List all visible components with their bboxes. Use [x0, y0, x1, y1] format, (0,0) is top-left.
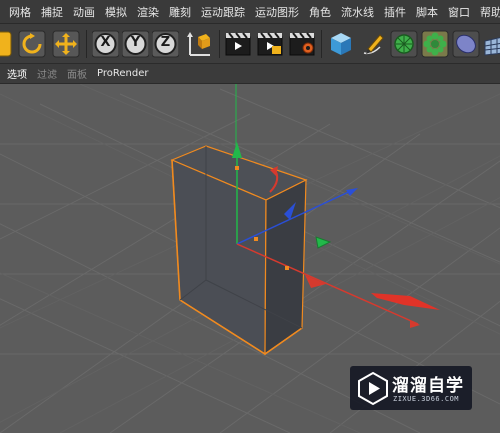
menu-bar: 网格 捕捉 动画 模拟 渲染 雕刻 运动跟踪 运动图形 角色 流水线 插件 脚本…	[0, 0, 500, 24]
menu-snap[interactable]: 捕捉	[36, 4, 68, 20]
render-to-picture-viewer-button[interactable]	[256, 29, 284, 59]
floor-grid-button[interactable]	[483, 29, 500, 59]
menu-script[interactable]: 脚本	[411, 4, 443, 20]
viewport-menu-prorender[interactable]: ProRender	[92, 68, 153, 79]
y-handle-point[interactable]	[235, 166, 239, 170]
toolbar-separator	[321, 30, 322, 58]
y-axis-label: Y	[130, 35, 141, 50]
move-tool-button[interactable]	[0, 29, 12, 59]
deformer-button[interactable]	[452, 29, 480, 59]
menu-simulate[interactable]: 模拟	[100, 4, 132, 20]
move-icon	[0, 31, 12, 57]
watermark-title: 溜溜自学	[392, 376, 464, 396]
scale-icon	[52, 30, 80, 58]
render-settings-button[interactable]	[288, 29, 316, 59]
cube-object-button[interactable]	[327, 29, 355, 59]
z-axis-lock-button[interactable]: Z	[151, 29, 180, 59]
play-icon	[358, 371, 388, 406]
watermark-url: ZIXUE.3D66.COM	[393, 395, 460, 403]
x-axis-label: X	[100, 35, 111, 50]
cloner-array-button[interactable]	[421, 29, 449, 59]
menu-plugins[interactable]: 插件	[379, 4, 411, 20]
scale-tool-button[interactable]	[52, 29, 80, 59]
render-view-icon	[225, 32, 251, 56]
viewport-menu-panel[interactable]: 面板	[62, 66, 92, 81]
pen-spline-button[interactable]	[358, 29, 386, 59]
floor-grid-icon	[484, 37, 500, 56]
menu-character[interactable]: 角色	[304, 4, 336, 20]
x-handle-point[interactable]	[285, 266, 289, 270]
menu-sculpt[interactable]: 雕刻	[164, 4, 196, 20]
toolbar: X Y Z	[0, 24, 500, 64]
viewport-menu-bar: 选项 过滤 面板 ProRender	[0, 64, 500, 84]
menu-render[interactable]: 渲染	[132, 4, 164, 20]
menu-window[interactable]: 窗口	[443, 4, 475, 20]
y-axis-lock-button[interactable]: Y	[121, 29, 150, 59]
subdivision-icon	[390, 30, 418, 58]
center-handle-point[interactable]	[254, 237, 258, 241]
viewport-menu-filter[interactable]: 过滤	[32, 66, 62, 81]
deformer-icon	[452, 30, 480, 58]
menu-mesh[interactable]: 网格	[4, 4, 36, 20]
menu-help[interactable]: 帮助	[475, 4, 500, 20]
toolbar-separator	[86, 30, 87, 58]
rotate-icon	[18, 30, 46, 58]
cube-icon	[331, 33, 351, 55]
coordinate-system-icon	[187, 32, 210, 56]
render-settings-icon	[289, 32, 315, 56]
coordinate-system-button[interactable]	[184, 29, 214, 59]
x-axis-lock-button[interactable]: X	[91, 29, 120, 59]
menu-motion-tracker[interactable]: 运动跟踪	[196, 4, 250, 20]
viewport-menu-options[interactable]: 选项	[2, 66, 32, 81]
menu-mograph[interactable]: 运动图形	[250, 4, 304, 20]
pen-icon	[363, 34, 384, 55]
menu-animate[interactable]: 动画	[68, 4, 100, 20]
render-view-button[interactable]	[224, 29, 252, 59]
menu-pipeline[interactable]: 流水线	[336, 4, 379, 20]
rotate-tool-button[interactable]	[18, 29, 46, 59]
render-to-picture-viewer-icon	[257, 32, 283, 56]
watermark: 溜溜自学 ZIXUE.3D66.COM	[350, 366, 472, 410]
subdivision-generator-button[interactable]	[390, 29, 418, 59]
toolbar-separator	[219, 30, 220, 58]
z-axis-label: Z	[160, 35, 171, 50]
cloner-icon	[421, 30, 449, 58]
